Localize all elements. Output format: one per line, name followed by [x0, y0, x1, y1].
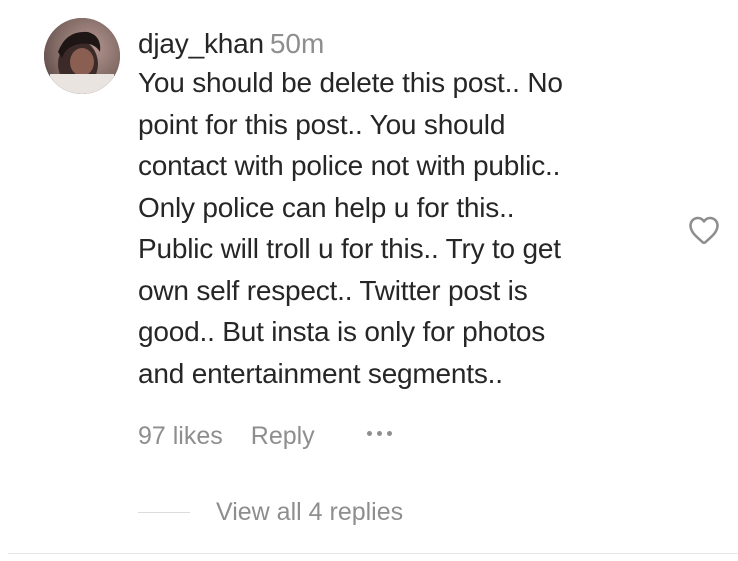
comment-text-line: Only police can help u for this.. — [138, 191, 515, 223]
username-link[interactable]: djay_khan — [138, 28, 264, 59]
dot — [376, 430, 382, 436]
heart-icon[interactable] — [686, 212, 722, 248]
reply-button[interactable]: Reply — [251, 422, 315, 451]
view-replies-button[interactable]: View all 4 replies — [138, 494, 403, 530]
dot — [386, 430, 392, 436]
dot — [366, 430, 372, 436]
comment-text-line: own self respect.. Twitter post is — [138, 274, 528, 306]
heart-outline-icon — [689, 216, 719, 245]
comment-text-line: good.. But insta is only for photos — [138, 316, 546, 347]
comment-text-line: point for this post.. You should — [138, 108, 506, 140]
comment-text-line: and entertainment segments.. — [138, 357, 503, 389]
avatar-image — [44, 18, 120, 94]
more-options-icon[interactable] — [366, 423, 392, 443]
comment-text-line: You should be delete this post.. No — [138, 67, 563, 98]
avatar[interactable] — [44, 18, 120, 94]
view-replies-label: View all 4 replies — [216, 497, 404, 526]
comment-actions: 97 likes Reply — [138, 418, 392, 454]
replies-divider-line — [138, 511, 190, 513]
comment-body: djay_khan 50m You should be delete this p… — [138, 26, 678, 394]
comment-timestamp[interactable]: 50m — [270, 28, 324, 59]
bottom-divider — [8, 553, 738, 554]
likes-count[interactable]: 97 likes — [138, 422, 223, 451]
comment-text-line: Public will troll u for this.. Try to ge… — [138, 233, 561, 264]
comment-text: You should be delete this post.. No poin… — [138, 62, 678, 394]
comment-text-line: contact with police not with public.. — [138, 150, 561, 181]
comment-item: djay_khan 50m You should be delete this p… — [0, 0, 738, 561]
comment-header: djay_khan 50m — [138, 26, 678, 62]
